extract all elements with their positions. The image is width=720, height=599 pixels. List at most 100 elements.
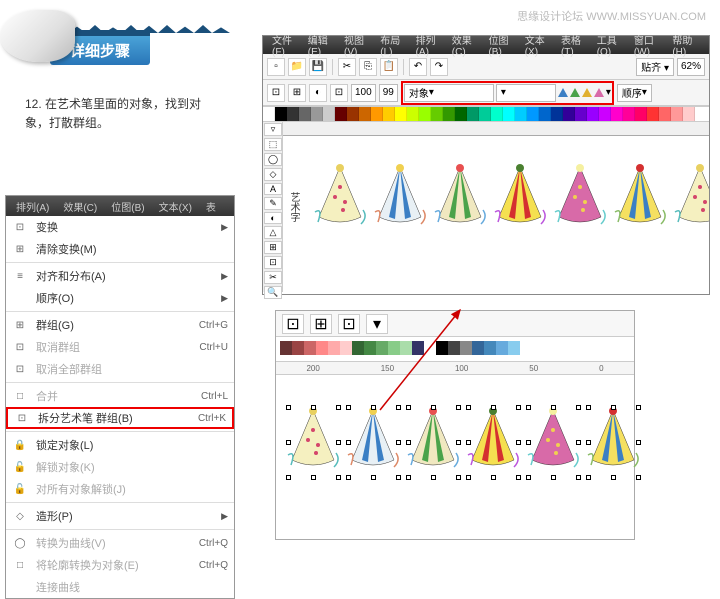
menu-view[interactable]: 视图(V) [341,32,374,58]
selection-handle[interactable] [311,405,316,410]
menu-window[interactable]: 窗口(W) [631,32,666,58]
selection-handle[interactable] [576,440,581,445]
color-swatch[interactable] [275,107,287,121]
tool-button[interactable]: ◇ [264,168,282,181]
color-swatch[interactable] [347,107,359,121]
menu-help[interactable]: 帮助(H) [669,32,703,58]
color-swatch[interactable] [335,107,347,121]
selection-handle[interactable] [371,405,376,410]
selection-handle[interactable] [431,405,436,410]
menu-table[interactable]: 表格(T) [558,32,591,58]
party-hat-graphic[interactable] [346,405,401,480]
dropdown-arrow-icon[interactable]: ▾ [606,87,611,98]
selection-handle[interactable] [526,405,531,410]
detail-canvas[interactable] [276,375,634,535]
selection-handle[interactable] [406,405,411,410]
party-hat-graphic[interactable] [286,405,341,480]
color-swatch[interactable] [491,107,503,121]
selection-handle[interactable] [346,405,351,410]
selection-handle[interactable] [491,405,496,410]
tab-arrange[interactable]: 排列(A) [10,197,55,216]
color-swatch[interactable] [364,341,376,355]
selection-handle[interactable] [456,405,461,410]
color-swatch[interactable] [448,341,460,355]
paste-button[interactable]: 📋 [380,58,398,76]
color-swatch[interactable] [407,107,419,121]
tool-button[interactable]: ✂ [264,271,282,284]
selection-handle[interactable] [551,475,556,480]
color-swatch[interactable] [508,341,520,355]
menu-item[interactable]: 顺序(O)▶ [6,287,234,309]
selection-handle[interactable] [346,475,351,480]
selection-handle[interactable] [636,475,641,480]
tab-bitmap[interactable]: 位图(B) [105,197,150,216]
selection-handle[interactable] [456,440,461,445]
color-swatch[interactable] [575,107,587,121]
color-swatch[interactable] [431,107,443,121]
selection-handle[interactable] [431,475,436,480]
menu-item[interactable]: ◇造形(P)▶ [6,505,234,527]
tool-button[interactable]: ◐ [264,212,282,224]
color-swatch[interactable] [400,341,412,355]
triangle-yellow-icon[interactable] [582,88,592,97]
menu-layout[interactable]: 布局(L) [377,32,409,58]
menu-item[interactable]: ⊞群组(G)Ctrl+G [6,314,234,336]
color-swatch[interactable] [479,107,491,121]
selection-handle[interactable] [526,440,531,445]
selection-handle[interactable] [636,405,641,410]
color-swatch[interactable] [412,341,424,355]
selection-handle[interactable] [576,405,581,410]
tool-button[interactable]: ⊡ [264,256,282,269]
menu-item[interactable]: 🔒锁定对象(L) [6,434,234,456]
menu-file[interactable]: 文件(F) [269,32,302,58]
redo-button[interactable]: ↷ [430,58,448,76]
selection-handle[interactable] [396,405,401,410]
color-swatch[interactable] [388,341,400,355]
nav-prev-button[interactable]: ⊞ [310,314,332,334]
color-swatch[interactable] [323,107,335,121]
percent-1[interactable]: 100 [351,84,376,102]
color-swatch[interactable] [383,107,395,121]
selection-handle[interactable] [551,405,556,410]
color-swatch[interactable] [263,107,275,121]
selection-handle[interactable] [636,440,641,445]
triangle-blue-icon[interactable] [558,88,568,97]
tool-button[interactable]: ⬚ [264,138,282,151]
color-swatch[interactable] [443,107,455,121]
color-swatch[interactable] [359,107,371,121]
menu-arrange[interactable]: 排列(A) [413,32,446,58]
selection-handle[interactable] [336,440,341,445]
order-dropdown[interactable]: 顺序 ▾ [617,84,652,102]
nav-last-button[interactable]: ▾ [366,314,388,334]
copy-button[interactable]: ⎘ [359,58,377,76]
selection-handle[interactable] [611,475,616,480]
tool-button[interactable]: △ [264,226,282,239]
selection-handle[interactable] [286,440,291,445]
selection-handle[interactable] [491,475,496,480]
color-swatch[interactable] [515,107,527,121]
color-swatch[interactable] [376,341,388,355]
triangle-pink-icon[interactable] [594,88,604,97]
selection-handle[interactable] [466,440,471,445]
selection-handle[interactable] [396,475,401,480]
selection-handle[interactable] [526,475,531,480]
color-swatch[interactable] [287,107,299,121]
color-swatch[interactable] [292,341,304,355]
undo-button[interactable]: ↶ [409,58,427,76]
cut-button[interactable]: ✂ [338,58,356,76]
nav-next-button[interactable]: ⊡ [338,314,360,334]
color-swatch[interactable] [419,107,431,121]
color-swatch[interactable] [328,341,340,355]
selection-handle[interactable] [456,475,461,480]
menu-effect[interactable]: 效果(C) [449,32,483,58]
color-swatch[interactable] [352,341,364,355]
color-swatch[interactable] [395,107,407,121]
tool-btn-2[interactable]: ⊞ [288,84,306,102]
save-button[interactable]: 💾 [309,58,327,76]
party-hat-graphic[interactable] [586,405,641,480]
tool-button[interactable]: A [264,183,282,195]
color-swatch[interactable] [683,107,695,121]
selection-handle[interactable] [406,440,411,445]
color-swatch[interactable] [304,341,316,355]
selection-handle[interactable] [586,475,591,480]
